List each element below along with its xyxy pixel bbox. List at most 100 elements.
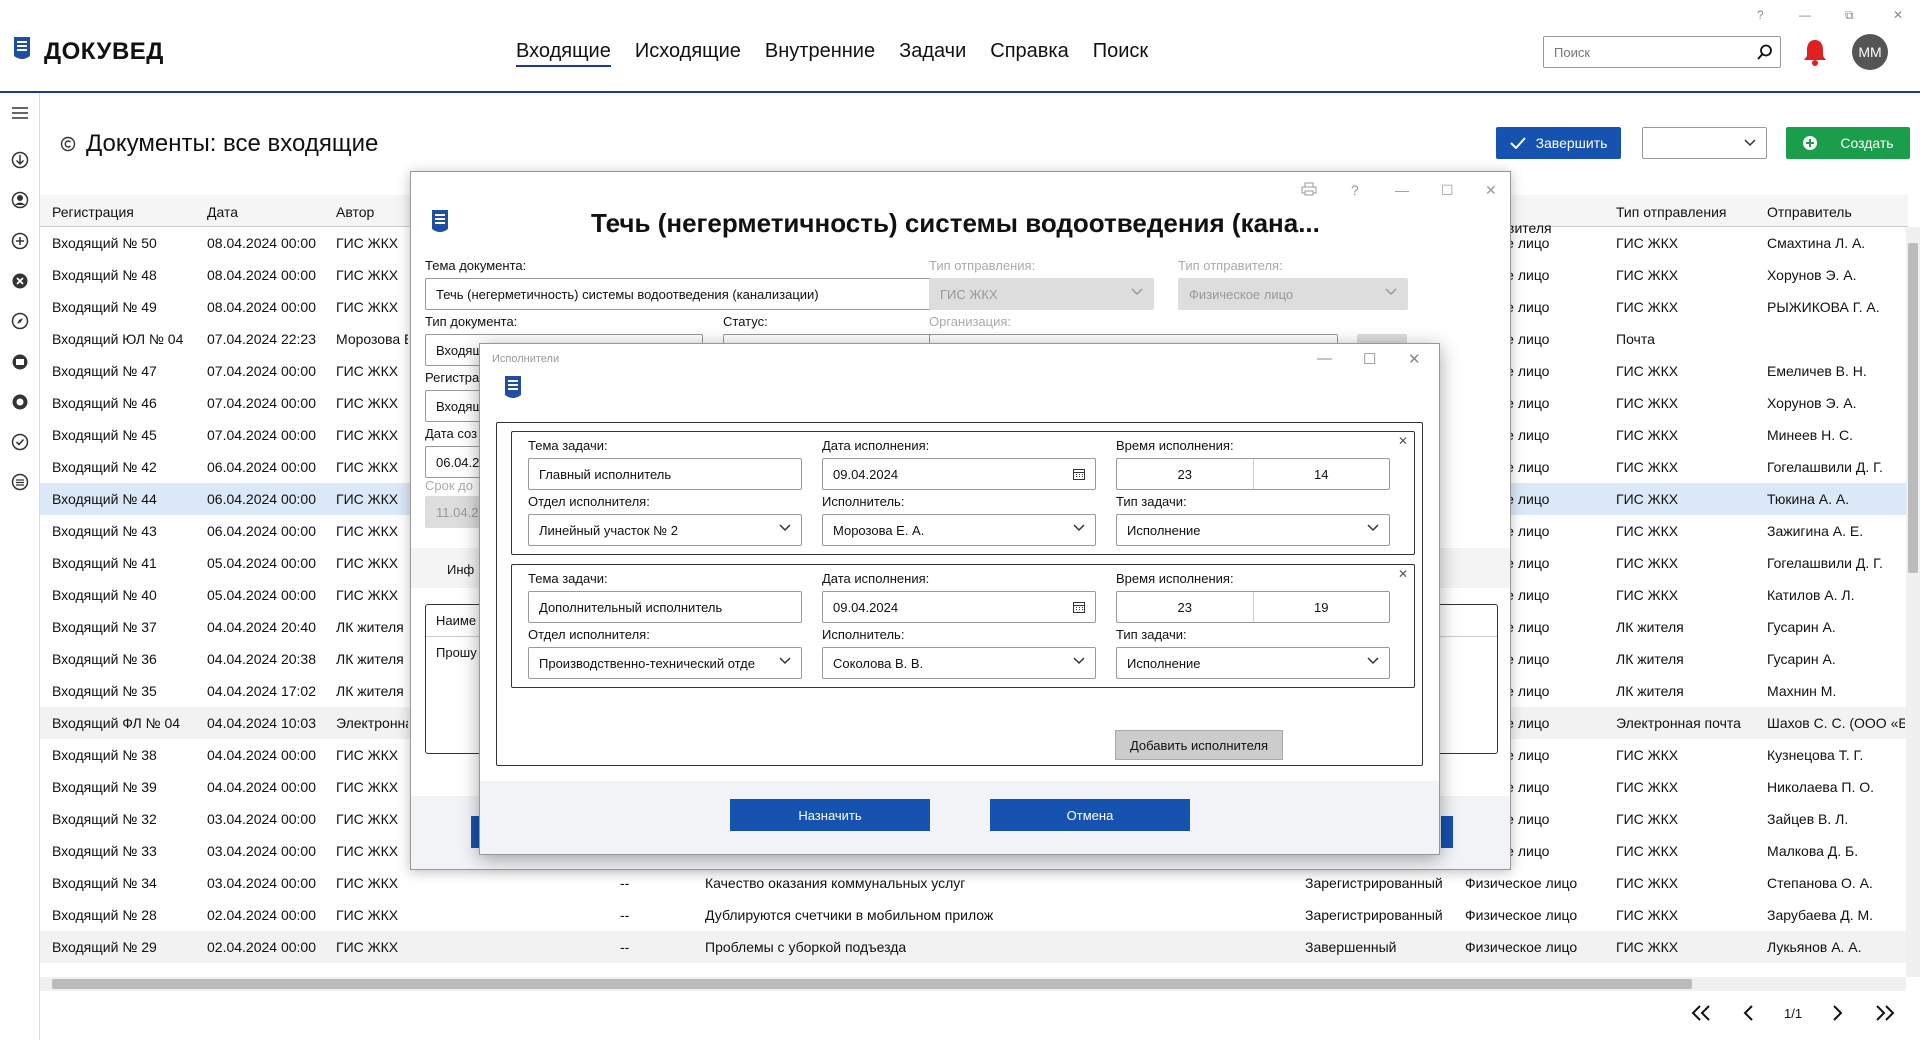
finish-button[interactable]: Завершить <box>1496 127 1621 159</box>
incoming-icon[interactable] <box>10 150 30 170</box>
task-topic-input[interactable]: Дополнительный исполнитель <box>528 591 802 623</box>
first-page-icon[interactable] <box>1690 1005 1712 1021</box>
search-icon[interactable] <box>1750 37 1780 67</box>
avatar[interactable]: ММ <box>1852 34 1888 70</box>
column-author[interactable]: Автор <box>336 204 374 220</box>
left-rail <box>0 93 40 1040</box>
search-input[interactable] <box>1554 44 1750 60</box>
modal-maximize-icon[interactable]: ☐ <box>1363 350 1376 368</box>
column-send-type[interactable]: Тип отправления <box>1616 204 1726 220</box>
task-exec-select[interactable]: Соколова В. В. <box>822 647 1096 679</box>
cell-author: ГИС ЖКХ <box>336 523 399 539</box>
record-icon[interactable] <box>10 392 30 412</box>
remove-task-icon[interactable]: ✕ <box>1398 434 1408 448</box>
task-date-label: Дата исполнения: <box>822 571 930 586</box>
vertical-scrollbar[interactable] <box>1906 227 1920 977</box>
task-date-input[interactable]: 09.04.2024 <box>822 591 1096 623</box>
topic-label: Тема документа: <box>425 258 527 273</box>
task-date-input[interactable]: 09.04.2024 <box>822 458 1096 490</box>
list-circle-icon[interactable] <box>10 472 30 492</box>
cell-reg: Входящий № 34 <box>52 875 157 891</box>
compass-icon[interactable] <box>10 311 30 331</box>
task-dept-select[interactable]: Линейный участок № 2 <box>528 514 802 546</box>
cell-author: ЛК жителя <box>336 619 404 635</box>
dialog-maximize-icon[interactable]: ☐ <box>1441 182 1454 199</box>
cell-author: Электронна <box>336 715 408 731</box>
table-row[interactable]: Входящий № 34 03.04.2024 00:00 ГИС ЖКХ -- Ка… <box>40 867 1908 899</box>
table-row[interactable]: Входящий № 28 02.04.2024 00:00 ГИС ЖКХ -- Ду… <box>40 899 1908 931</box>
task-exec-select[interactable]: Морозова Е. А. <box>822 514 1096 546</box>
add-performer-button[interactable]: Добавить исполнителя <box>1115 730 1283 760</box>
restore-icon[interactable]: ⧉ <box>1845 8 1854 23</box>
task-date-value: 09.04.2024 <box>833 466 899 482</box>
cancel-circle-icon[interactable] <box>10 271 30 291</box>
menu-icon[interactable] <box>10 103 30 123</box>
task-type-value: Исполнение <box>1127 522 1201 538</box>
print-icon[interactable] <box>1301 182 1317 199</box>
modal-close-icon[interactable]: ✕ <box>1408 350 1421 368</box>
dialog-help-icon[interactable]: ? <box>1351 182 1359 198</box>
cell-reg: Входящий № 46 <box>52 395 157 411</box>
chevron-down-icon <box>1744 139 1756 147</box>
chevron-down-icon <box>1073 524 1085 532</box>
nav-tasks[interactable]: Задачи <box>899 40 966 67</box>
task-hour[interactable]: 23 <box>1117 459 1253 489</box>
column-reg[interactable]: Регистрация <box>52 204 134 220</box>
horizontal-scrollbar[interactable] <box>40 977 1906 991</box>
nav-incoming[interactable]: Входящие <box>516 40 611 67</box>
notification-bell-icon[interactable] <box>1802 38 1828 66</box>
tab-info[interactable]: Инф <box>447 562 474 577</box>
close-icon[interactable]: ✕ <box>1893 8 1903 22</box>
task-topic-input[interactable]: Главный исполнитель <box>528 458 802 490</box>
task-minute[interactable]: 19 <box>1252 592 1390 622</box>
remove-task-icon[interactable]: ✕ <box>1398 567 1408 581</box>
task-dept-select[interactable]: Производственно-технический отде <box>528 647 802 679</box>
calendar-icon[interactable] <box>1073 601 1085 613</box>
chevron-down-icon <box>1367 524 1379 532</box>
column-sender[interactable]: Отправитель <box>1767 204 1852 220</box>
nav-help[interactable]: Справка <box>990 40 1068 67</box>
task-type-select[interactable]: Исполнение <box>1116 647 1390 679</box>
user-icon[interactable] <box>10 190 30 210</box>
nav-internal[interactable]: Внутренние <box>765 40 875 67</box>
cell-author: ЛК жителя <box>336 651 404 667</box>
cell-author: ГИС ЖКХ <box>336 299 399 315</box>
task-time-input[interactable]: 23 14 <box>1116 458 1390 490</box>
cell-reg: Входящий № 29 <box>52 939 157 955</box>
check-circle-icon[interactable] <box>10 432 30 452</box>
column-date[interactable]: Дата <box>207 204 238 220</box>
next-page-icon[interactable] <box>1832 1005 1844 1021</box>
assign-button[interactable]: Назначить <box>730 799 930 831</box>
cancel-button[interactable]: Отмена <box>990 799 1190 831</box>
modal-minimize-icon[interactable]: — <box>1317 350 1332 367</box>
main-nav: Входящие Исходящие Внутренние Задачи Спр… <box>516 40 1148 67</box>
add-circle-icon[interactable] <box>10 231 30 251</box>
table-row[interactable]: Входящий № 29 02.04.2024 00:00 ГИС ЖКХ -- Пр… <box>40 931 1908 963</box>
nav-outgoing[interactable]: Исходящие <box>635 40 741 67</box>
cell-reg: Входящий № 42 <box>52 459 157 475</box>
help-icon[interactable]: ? <box>1757 8 1764 22</box>
search-box <box>1543 36 1781 68</box>
task-exec-value: Морозова Е. А. <box>833 522 925 538</box>
task-hour[interactable]: 23 <box>1117 592 1253 622</box>
footer-right-button[interactable] <box>1441 816 1453 848</box>
chevron-down-icon <box>779 657 791 665</box>
task-minute[interactable]: 14 <box>1252 459 1390 489</box>
minimize-icon[interactable]: — <box>1799 8 1811 22</box>
archive-icon[interactable] <box>10 352 30 372</box>
last-page-icon[interactable] <box>1874 1005 1896 1021</box>
dialog-close-icon[interactable]: ✕ <box>1485 182 1497 199</box>
created-value: 06.04.2 <box>436 454 480 470</box>
task-type-select[interactable]: Исполнение <box>1116 514 1390 546</box>
task-time-input[interactable]: 23 19 <box>1116 591 1390 623</box>
send-type-select: ГИС ЖКХ <box>929 278 1154 310</box>
topic-select[interactable]: Течь (негерметичность) системы водоотвед… <box>425 278 1015 310</box>
filter-select[interactable] <box>1642 127 1767 159</box>
create-button[interactable]: Создать <box>1786 127 1910 159</box>
task-topic-label: Тема задачи: <box>528 438 608 453</box>
prev-page-icon[interactable] <box>1742 1005 1754 1021</box>
dialog-minimize-icon[interactable]: — <box>1395 182 1409 198</box>
cell-send: ГИС ЖКХ <box>1616 427 1679 443</box>
nav-search[interactable]: Поиск <box>1093 40 1148 67</box>
calendar-icon[interactable] <box>1073 468 1085 480</box>
